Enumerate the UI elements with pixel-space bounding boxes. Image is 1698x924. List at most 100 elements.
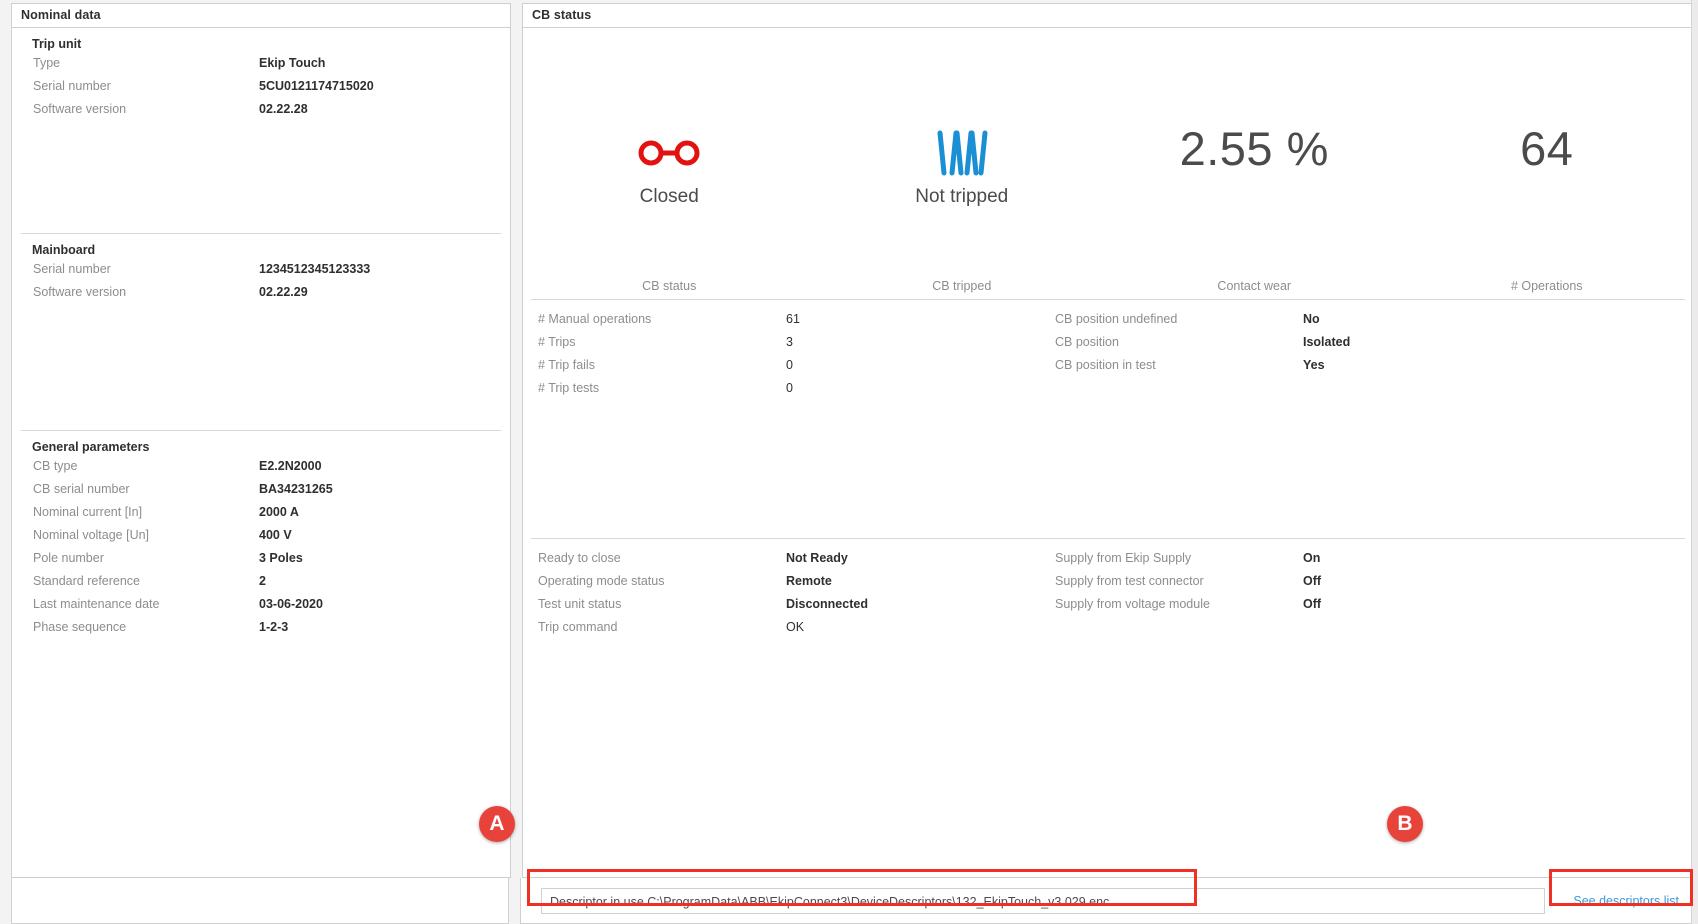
test-unit-status-value: Disconnected [786,593,1048,616]
trip-unit-type-row: Type Ekip Touch [22,56,500,79]
cb-status-label: CB status [523,279,816,293]
cb-status-panel: CB status Closed CB status [522,3,1694,878]
pole-number-label: Pole number [22,551,259,565]
annotation-badge-b: B [1387,806,1423,842]
nominal-data-body: Trip unit Type Ekip Touch Serial number … [12,28,510,877]
cb-status-tiles: Closed CB status [523,28,1693,299]
contact-wear-label: Contact wear [1108,279,1401,293]
bottom-bar: Descriptor in use C:\ProgramData\ABB\Eki… [0,878,1698,924]
cb-status-caption: Closed [640,186,699,208]
trip-unit-type-value: Ekip Touch [259,56,325,70]
mainboard-serial-row: Serial number 1234512345123333 [22,262,500,285]
nominal-current-value: 2000 A [259,505,299,519]
trip-unit-type-label: Type [22,56,259,70]
manual-operations-label: # Manual operations [531,308,786,331]
mid-empty-label [1048,377,1303,400]
see-descriptors-list-link[interactable]: See descriptors list [1573,894,1679,908]
right-edge-gutter [1691,0,1698,924]
nominal-data-header: Nominal data [12,4,510,28]
supply-voltage-module-value: Off [1303,593,1685,616]
application-window: Nominal data Trip unit Type Ekip Touch S… [0,0,1698,924]
cb-position-value: Isolated [1303,331,1685,354]
mid-empty-value [1303,377,1685,400]
mainboard-title: Mainboard [32,243,500,257]
cb-tripped-caption: Not tripped [915,186,1008,208]
supply-test-connector-label: Supply from test connector [1048,570,1303,593]
operations-label: # Operations [1401,279,1694,293]
cb-closed-icon [638,130,700,176]
nominal-voltage-row: Nominal voltage [Un] 400 V [22,528,500,551]
manual-operations-value: 61 [786,308,1048,331]
cb-serial-label: CB serial number [22,482,259,496]
mainboard-software-row: Software version 02.22.29 [22,285,500,308]
cb-type-value: E2.2N2000 [259,459,322,473]
ready-to-close-value: Not Ready [786,547,1048,570]
test-unit-status-label: Test unit status [531,593,786,616]
cb-type-row: CB type E2.2N2000 [22,459,500,482]
pole-number-value: 3 Poles [259,551,303,565]
trip-command-value: OK [786,616,1048,639]
cb-not-tripped-icon [933,130,991,176]
general-parameters-group: General parameters CB type E2.2N2000 CB … [12,431,510,877]
pole-number-row: Pole number 3 Poles [22,551,500,574]
content-area: Nominal data Trip unit Type Ekip Touch S… [0,0,1698,878]
phase-sequence-label: Phase sequence [22,620,259,634]
low-empty-label [1048,616,1303,639]
trip-unit-software-row: Software version 02.22.28 [22,102,500,125]
descriptor-in-use-field[interactable]: Descriptor in use C:\ProgramData\ABB\Eki… [541,888,1545,914]
last-maintenance-value: 03-06-2020 [259,597,323,611]
trip-unit-title: Trip unit [32,37,500,51]
mainboard-software-label: Software version [22,285,259,299]
mainboard-serial-value: 1234512345123333 [259,262,370,276]
supply-ekip-value: On [1303,547,1685,570]
cb-status-header: CB status [523,4,1693,28]
cb-serial-value: BA34231265 [259,482,333,496]
standard-reference-label: Standard reference [22,574,259,588]
cb-position-undefined-label: CB position undefined [1048,308,1303,331]
trip-unit-serial-row: Serial number 5CU0121174715020 [22,79,500,102]
annotation-badge-a: A [479,806,515,842]
descriptor-bar: Descriptor in use C:\ProgramData\ABB\Eki… [520,878,1694,924]
supply-voltage-module-label: Supply from voltage module [1048,593,1303,616]
trip-unit-software-label: Software version [22,102,259,116]
low-empty-value [1303,616,1685,639]
tile-contact-wear: 2.55 % Contact wear [1108,28,1401,299]
nominal-current-label: Nominal current [In] [22,505,259,519]
ready-to-close-label: Ready to close [531,547,786,570]
tile-operations: 64 # Operations [1401,28,1694,299]
trip-unit-software-value: 02.22.28 [259,102,308,116]
cb-type-label: CB type [22,459,259,473]
trip-unit-group: Trip unit Type Ekip Touch Serial number … [12,28,510,233]
nominal-voltage-value: 400 V [259,528,292,542]
last-maintenance-label: Last maintenance date [22,597,259,611]
trip-tests-value: 0 [786,377,1048,400]
tile-cb-status: Closed CB status [523,28,816,299]
cb-states-grid: Ready to close Not Ready Supply from Eki… [531,547,1685,639]
cb-serial-row: CB serial number BA34231265 [22,482,500,505]
tile-cb-tripped: Not tripped CB tripped [816,28,1109,299]
mainboard-serial-label: Serial number [22,262,259,276]
bottom-left-filler [11,878,509,924]
mainboard-software-value: 02.22.29 [259,285,308,299]
phase-sequence-value: 1-2-3 [259,620,288,634]
nominal-data-panel: Nominal data Trip unit Type Ekip Touch S… [11,3,511,878]
cb-counters-block: # Manual operations 61 CB position undef… [531,299,1685,538]
nominal-current-row: Nominal current [In] 2000 A [22,505,500,528]
cb-tripped-label: CB tripped [816,279,1109,293]
cb-position-in-test-value: Yes [1303,354,1685,377]
nominal-voltage-label: Nominal voltage [Un] [22,528,259,542]
standard-reference-row: Standard reference 2 [22,574,500,597]
trip-unit-serial-label: Serial number [22,79,259,93]
cb-position-in-test-label: CB position in test [1048,354,1303,377]
trip-unit-serial-value: 5CU0121174715020 [259,79,374,93]
operating-mode-label: Operating mode status [531,570,786,593]
cb-position-label: CB position [1048,331,1303,354]
trip-fails-label: # Trip fails [531,354,786,377]
operations-value: 64 [1520,124,1573,174]
trip-command-label: Trip command [531,616,786,639]
contact-wear-value: 2.55 % [1180,124,1329,174]
cb-states-block: Ready to close Not Ready Supply from Eki… [531,538,1685,877]
operating-mode-value: Remote [786,570,1048,593]
cb-counters-grid: # Manual operations 61 CB position undef… [531,308,1685,400]
phase-sequence-row: Phase sequence 1-2-3 [22,620,500,643]
